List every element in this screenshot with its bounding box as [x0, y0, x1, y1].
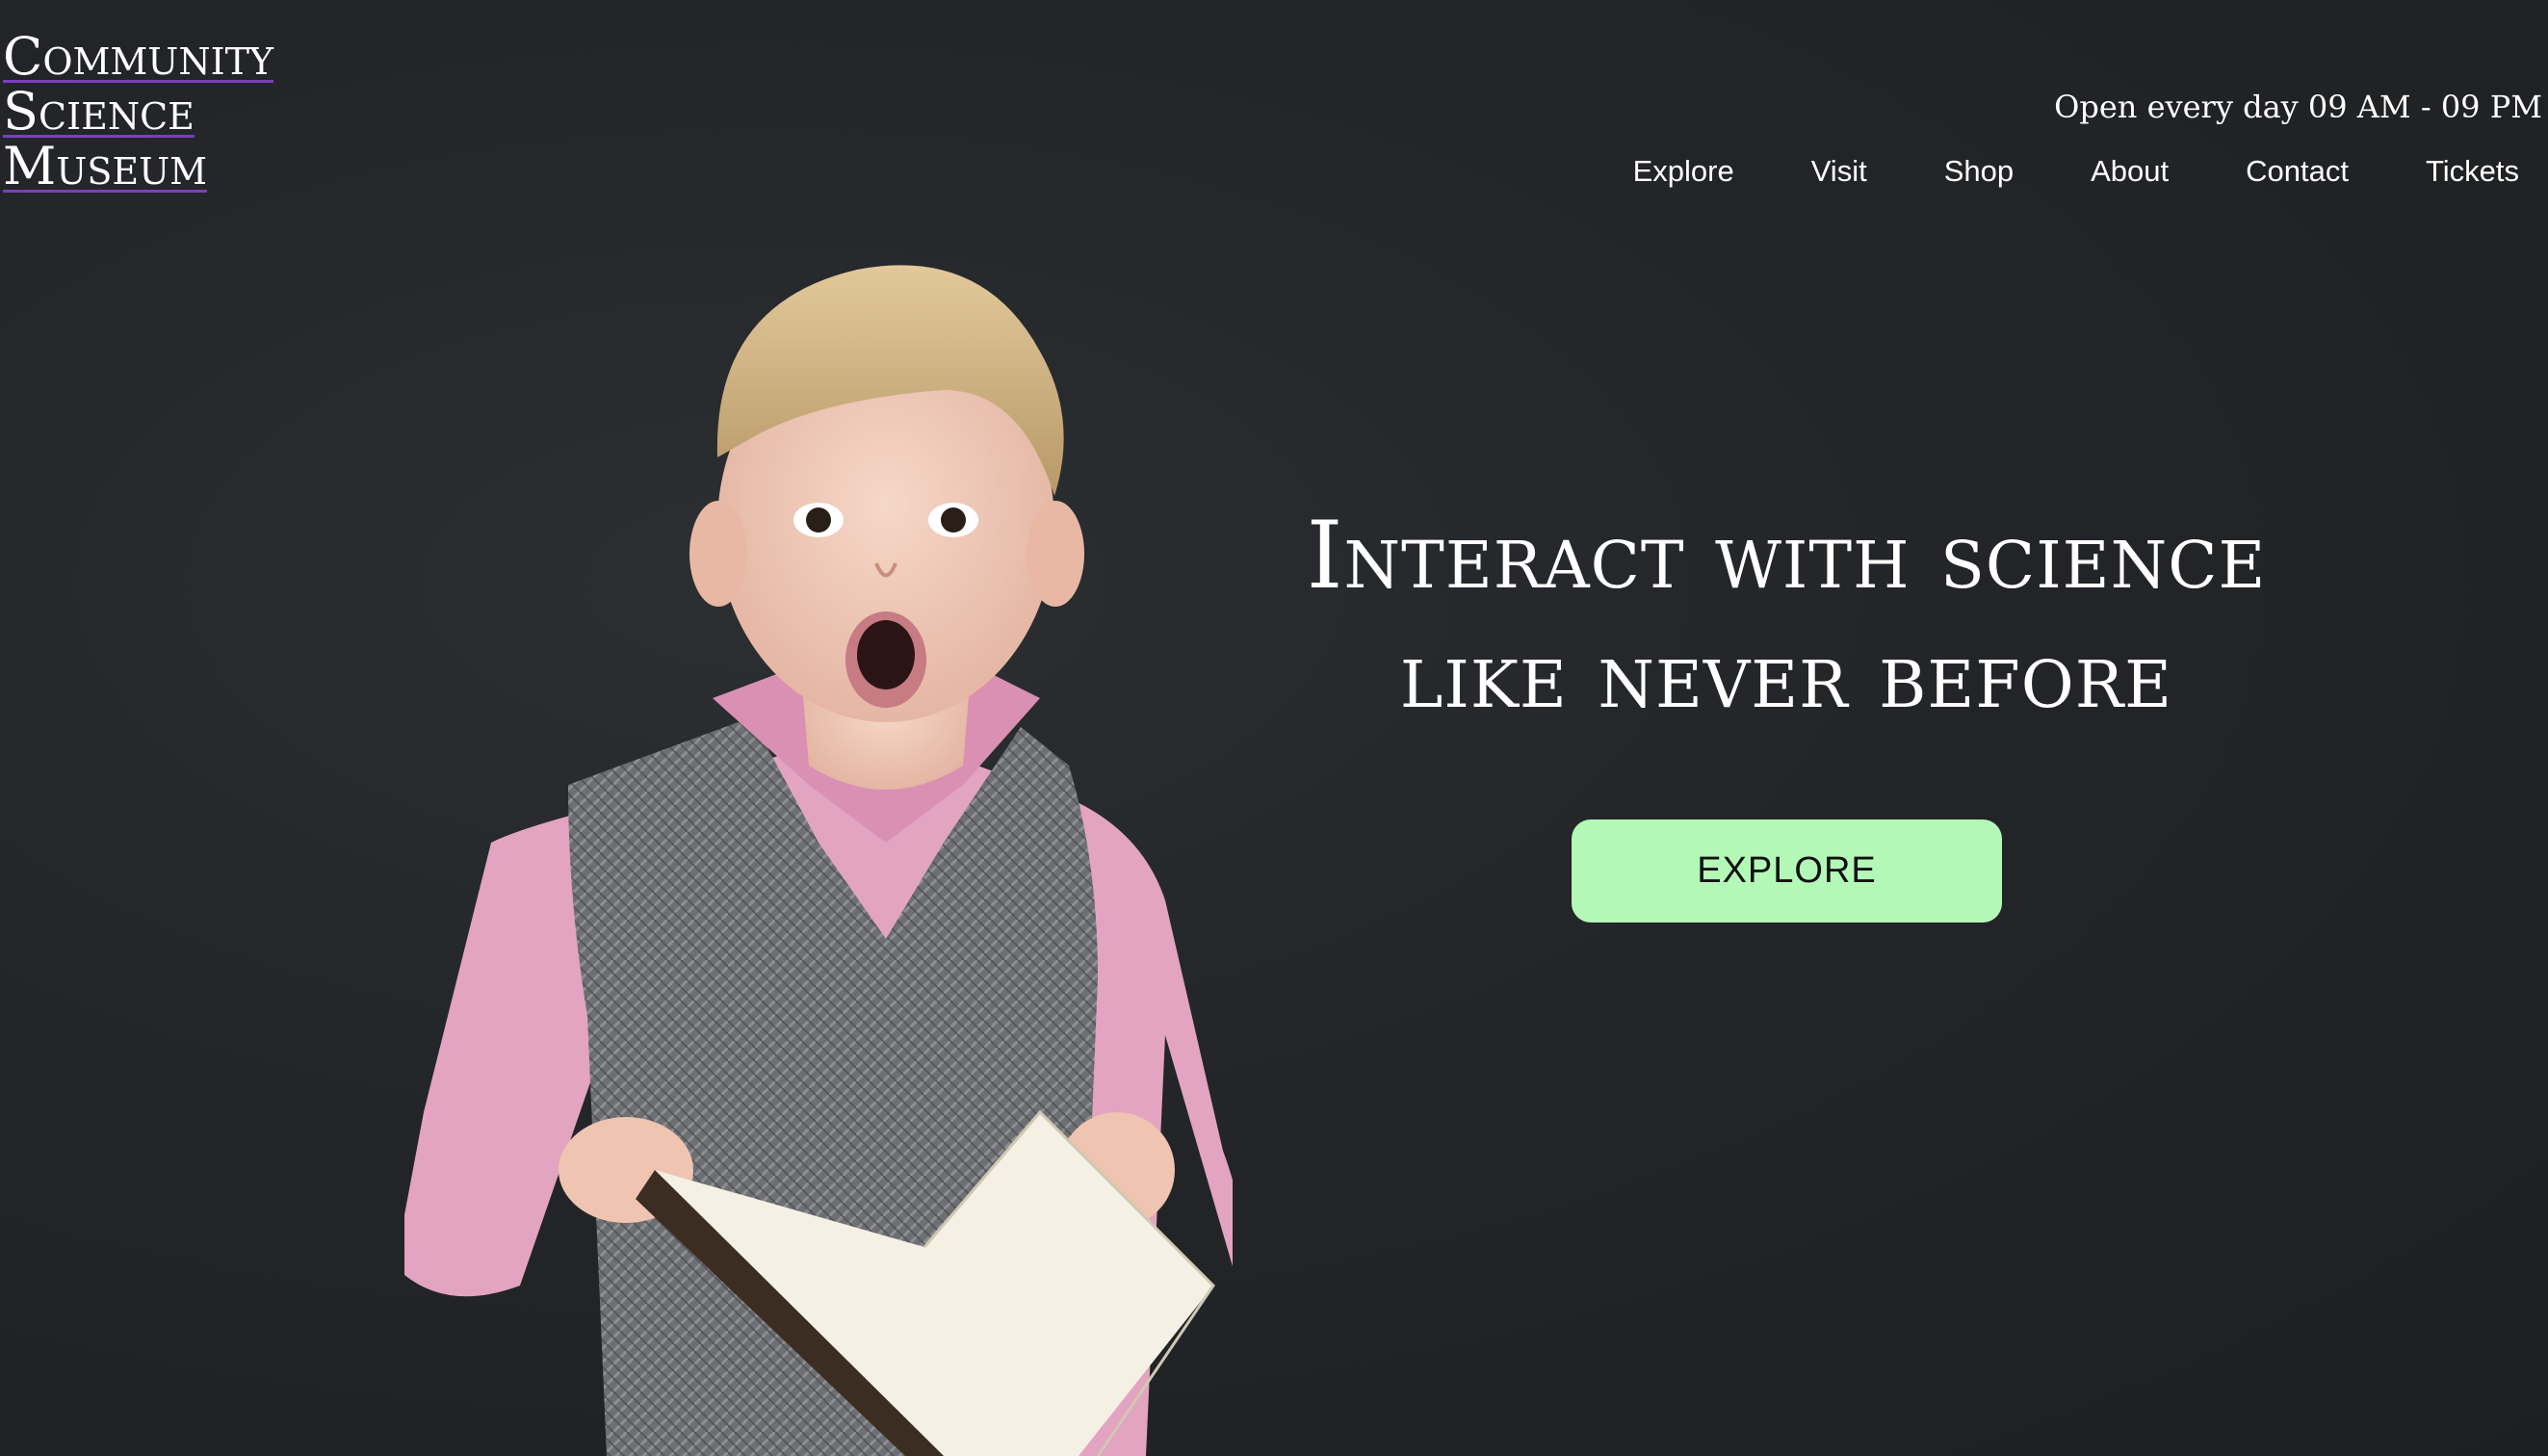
nav-explore[interactable]: Explore	[1633, 154, 1734, 189]
logo-line-museum: Museum	[3, 136, 208, 196]
nav-shop[interactable]: Shop	[1944, 154, 2014, 189]
explore-button[interactable]: EXPLORE	[1572, 819, 2002, 923]
opening-hours: Open every day 09 AM - 09 PM	[2054, 89, 2542, 125]
main-nav: Explore Visit Shop About Contact Tickets	[1633, 154, 2519, 189]
nav-about[interactable]: About	[2091, 154, 2169, 189]
headline-line-2: like never before	[1399, 621, 2173, 729]
hero-child-photo	[404, 265, 1233, 1456]
hero-headline: Interact with science like never before	[1209, 496, 2364, 735]
logo-line-science: Science	[3, 81, 195, 142]
headline-line-1: Interact with science	[1306, 502, 2267, 610]
site-logo-link[interactable]: Community Science Museum	[3, 29, 273, 194]
nav-tickets[interactable]: Tickets	[2426, 154, 2519, 189]
nav-contact[interactable]: Contact	[2246, 154, 2349, 189]
logo-line-community: Community	[3, 26, 274, 87]
nav-visit[interactable]: Visit	[1811, 154, 1867, 189]
